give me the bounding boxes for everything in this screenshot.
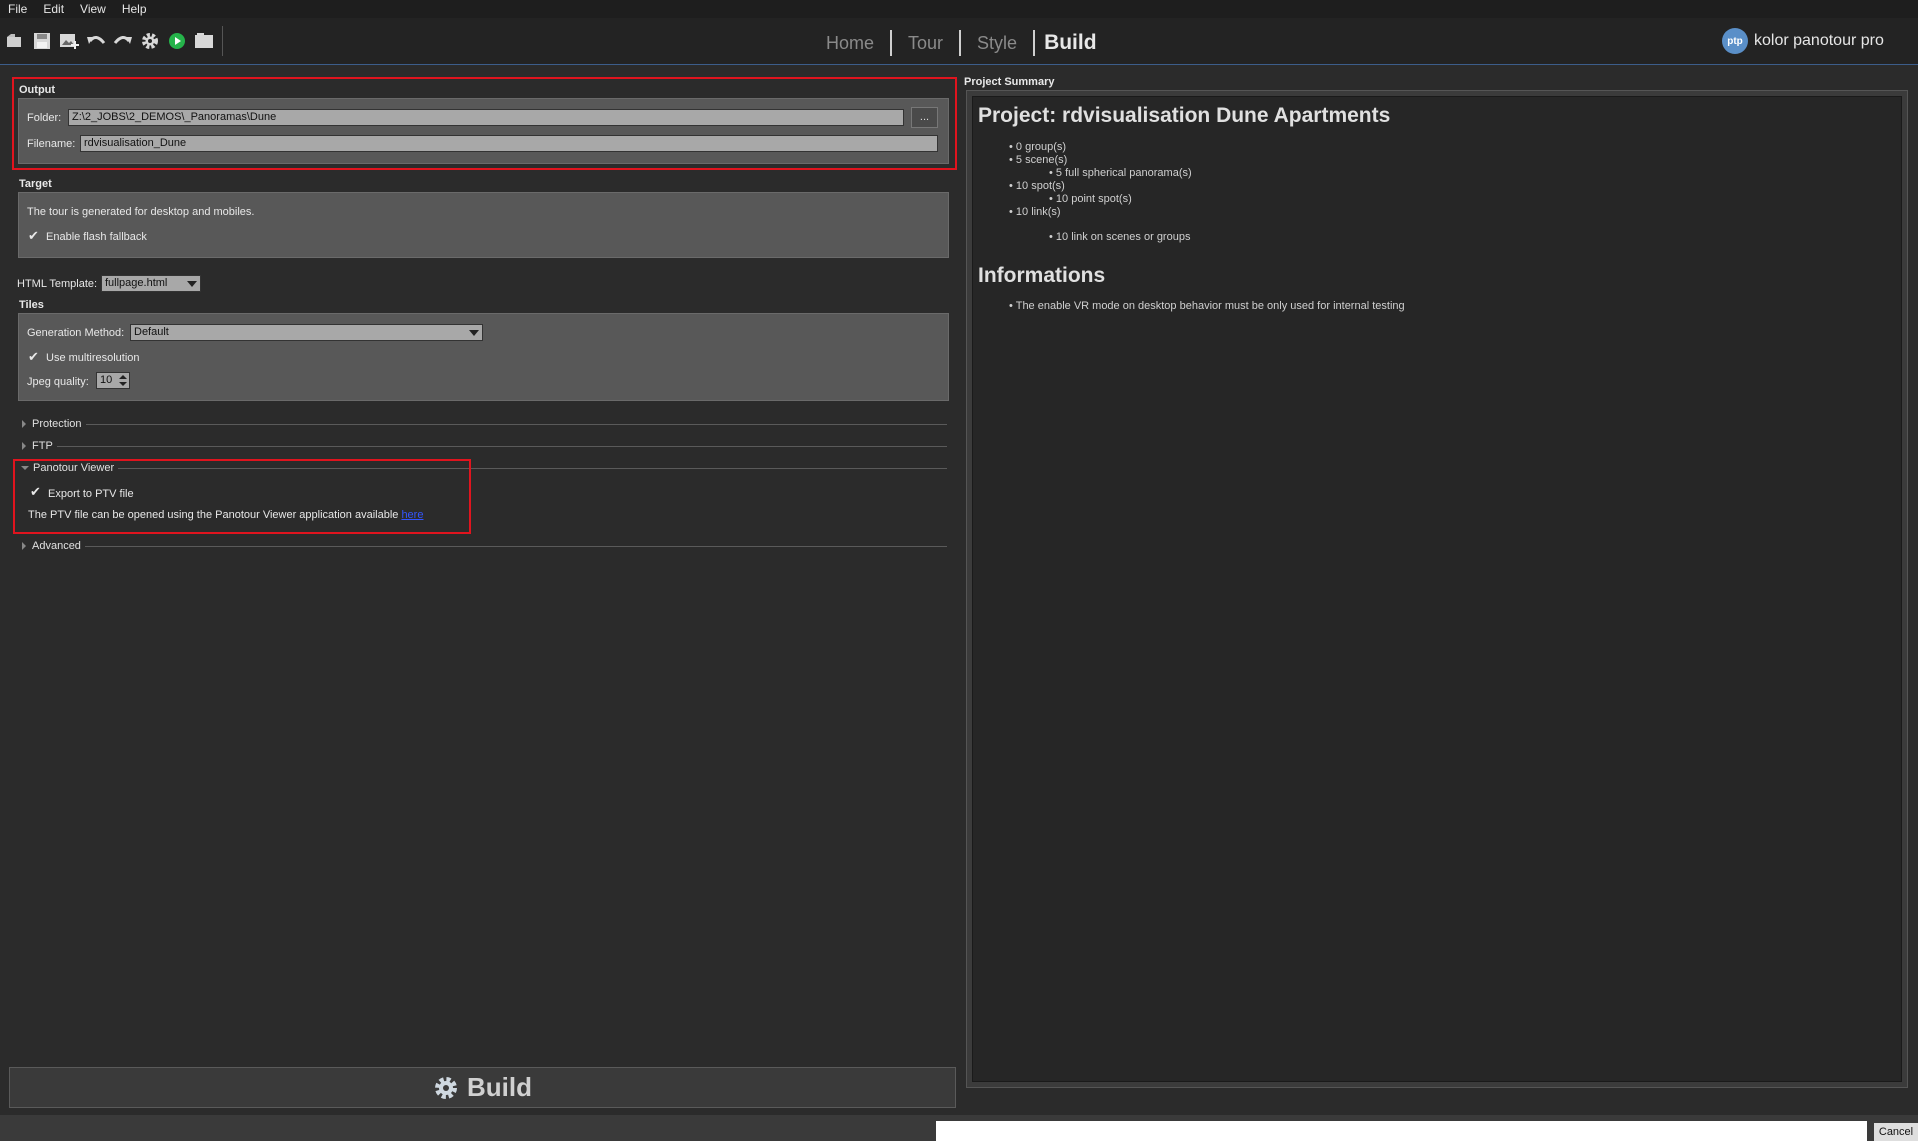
- brand: ptp kolor panotour pro: [1722, 28, 1884, 54]
- toolbar-separator: [222, 26, 223, 56]
- project-summary-content: [972, 96, 1902, 1082]
- expand-arrow-icon: [22, 542, 26, 551]
- summary-item: • 5 scene(s): [1009, 154, 1068, 166]
- info-item: • The enable VR mode on desktop behavior…: [1009, 300, 1405, 312]
- undo-icon[interactable]: [85, 31, 106, 52]
- jpeg-quality-value: 10: [100, 374, 113, 386]
- section-ftp[interactable]: FTP: [22, 440, 57, 452]
- multiresolution-label: Use multiresolution: [46, 352, 140, 364]
- build-button[interactable]: Build: [9, 1067, 956, 1108]
- html-template-select[interactable]: fullpage.html: [101, 275, 201, 292]
- summary-subitem: • 10 link on scenes or groups: [1049, 231, 1191, 243]
- summary-item: • 10 link(s): [1009, 206, 1061, 218]
- menu-edit[interactable]: Edit: [35, 0, 72, 18]
- toolbar: Home Tour Style Build ptp kolor panotour…: [0, 18, 1918, 65]
- redo-icon[interactable]: [112, 31, 133, 52]
- target-title: Target: [19, 178, 52, 190]
- settings-gear-icon[interactable]: [139, 31, 160, 52]
- chevron-down-icon: [187, 281, 197, 287]
- spin-up-icon[interactable]: [119, 375, 127, 379]
- expand-arrow-icon: [22, 442, 26, 451]
- project-heading: Project: rdvisualisation Dune Apartments: [978, 104, 1391, 127]
- section-protection[interactable]: Protection: [22, 418, 86, 430]
- generation-method-select[interactable]: Default: [130, 324, 483, 341]
- menu-file[interactable]: File: [0, 0, 35, 18]
- ftp-divider: [22, 446, 947, 447]
- informations-heading: Informations: [978, 264, 1106, 287]
- chevron-down-icon: [469, 330, 479, 336]
- jpeg-quality-label: Jpeg quality:: [27, 376, 89, 388]
- spin-down-icon[interactable]: [119, 382, 127, 386]
- progress-field: [936, 1121, 1867, 1141]
- tab-style[interactable]: Style: [961, 30, 1033, 56]
- brand-name: kolor panotour pro: [1754, 32, 1884, 49]
- html-template-value: fullpage.html: [105, 277, 168, 289]
- highlight-output: [12, 77, 957, 170]
- summary-item: • 10 spot(s): [1009, 180, 1065, 192]
- tab-build[interactable]: Build: [1033, 30, 1113, 56]
- play-preview-icon[interactable]: [166, 31, 187, 52]
- section-advanced[interactable]: Advanced: [22, 540, 85, 552]
- tab-tour[interactable]: Tour: [892, 30, 962, 56]
- summary-subitem: • 5 full spherical panorama(s): [1049, 167, 1192, 179]
- add-images-icon[interactable]: [58, 31, 79, 52]
- multiresolution-checkbox[interactable]: ✔: [28, 350, 41, 363]
- html-template-label: HTML Template:: [17, 278, 98, 290]
- folder-icon[interactable]: [193, 31, 214, 52]
- menu-bar: File Edit View Help: [0, 0, 1918, 18]
- summary-item: • 0 group(s): [1009, 141, 1067, 153]
- gear-icon: [435, 1076, 457, 1099]
- menu-help[interactable]: Help: [114, 0, 155, 18]
- tiles-title: Tiles: [19, 299, 44, 311]
- main-nav: Home Tour Style Build: [810, 28, 1113, 58]
- open-project-icon[interactable]: [4, 31, 25, 52]
- brand-logo-icon: ptp: [1722, 28, 1748, 54]
- project-summary-title: Project Summary: [964, 76, 1055, 88]
- highlight-panotour-viewer: [13, 459, 471, 534]
- target-description: The tour is generated for desktop and mo…: [27, 206, 255, 218]
- menu-view[interactable]: View: [72, 0, 114, 18]
- build-label: Build: [467, 1072, 532, 1102]
- target-box: [18, 192, 949, 258]
- tab-home[interactable]: Home: [810, 30, 893, 56]
- advanced-divider: [22, 546, 947, 547]
- save-icon[interactable]: [31, 31, 52, 52]
- enable-flash-label: Enable flash fallback: [46, 231, 147, 243]
- enable-flash-checkbox[interactable]: ✔: [28, 229, 41, 242]
- generation-method-label: Generation Method:: [27, 327, 125, 339]
- protection-divider: [22, 424, 947, 425]
- summary-subitem: • 10 point spot(s): [1049, 193, 1132, 205]
- jpeg-quality-spinner[interactable]: 10: [96, 372, 130, 389]
- generation-method-value: Default: [134, 326, 169, 338]
- expand-arrow-icon: [22, 420, 26, 429]
- cancel-button[interactable]: Cancel: [1874, 1123, 1918, 1141]
